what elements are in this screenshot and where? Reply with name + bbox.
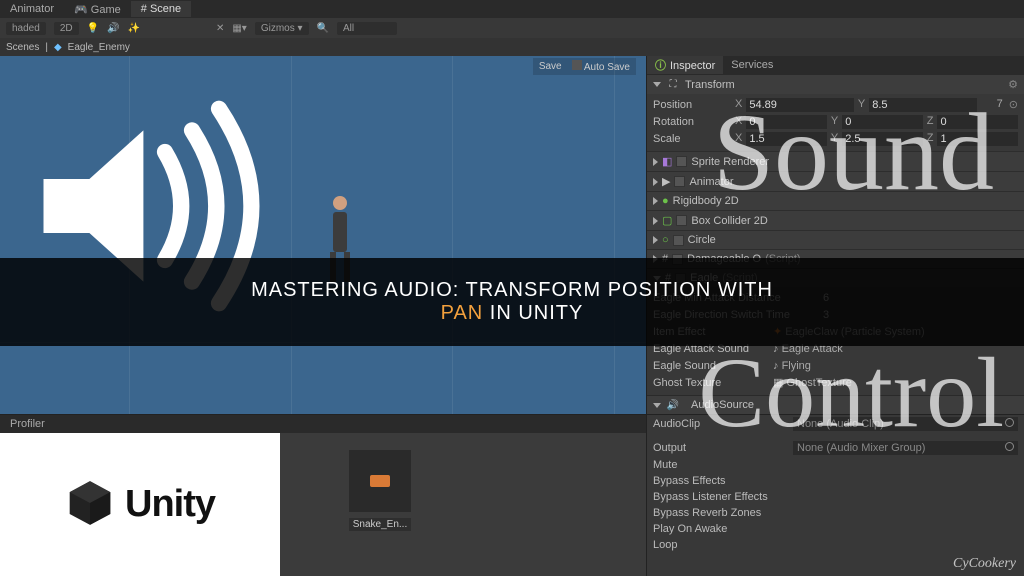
fx-icon[interactable]: ✨: [128, 23, 140, 34]
autosave-checkbox[interactable]: [572, 60, 582, 70]
decor-sound: Sound: [713, 100, 994, 205]
search-icon[interactable]: 🔍: [317, 23, 329, 34]
search-field[interactable]: All: [337, 22, 397, 35]
bottom-panel: Profiler Unity Snake_En...: [0, 414, 646, 576]
transform-icon: ⛶: [667, 79, 679, 91]
animator-icon: ▶: [662, 175, 670, 188]
tab-animator[interactable]: Animator: [0, 1, 64, 17]
audio-icon[interactable]: 🔊: [107, 23, 119, 34]
box-icon: ▢: [662, 214, 672, 227]
sprite-icon: ◧: [662, 155, 672, 168]
object-crumb[interactable]: Eagle_Enemy: [68, 42, 130, 53]
tab-scene[interactable]: # Scene: [131, 1, 191, 17]
gear-icon[interactable]: ⚙: [1008, 78, 1018, 91]
assets-strip[interactable]: Snake_En...: [280, 433, 646, 576]
object-picker-icon[interactable]: [1005, 418, 1014, 427]
watermark: CyCookery: [953, 556, 1016, 572]
title-overlay: MASTERING AUDIO: TRANSFORM POSITION WITH…: [0, 258, 1024, 346]
breadcrumb: Scenes | ◆ Eagle_Enemy: [0, 38, 1024, 56]
object-picker-icon[interactable]: [1005, 442, 1014, 451]
save-button[interactable]: Save: [539, 61, 562, 72]
circlecollider-component[interactable]: ○Circle: [647, 230, 1024, 249]
tab-services[interactable]: Services: [723, 57, 781, 73]
scenes-crumb[interactable]: Scenes: [6, 42, 39, 53]
boxcollider-component[interactable]: ▢Box Collider 2D: [647, 210, 1024, 230]
scene-toolbar: haded 2D 💡 🔊 ✨ ✕ ▦▾ Gizmos ▾ 🔍 All: [0, 18, 1024, 38]
toggle-2d[interactable]: 2D: [54, 22, 79, 35]
grid-icon[interactable]: ▦▾: [232, 23, 246, 34]
tool-icon[interactable]: ✕: [216, 23, 224, 34]
asset-tile[interactable]: Snake_En...: [340, 450, 420, 560]
scene-tabs: Animator 🎮 Game # Scene: [0, 0, 1024, 18]
circle-icon: ○: [662, 234, 669, 246]
gizmos-dropdown[interactable]: Gizmos ▾: [255, 22, 309, 35]
unity-cube-icon: [65, 478, 115, 531]
lighting-icon[interactable]: 💡: [87, 23, 99, 34]
rigidbody-icon: ●: [662, 195, 669, 207]
tab-game[interactable]: 🎮 Game: [64, 1, 131, 18]
scene-viewport[interactable]: Save Auto Save: [0, 56, 646, 414]
scene-save-box: Save Auto Save: [533, 58, 636, 75]
decor-control: Control: [698, 345, 1004, 440]
tab-inspector[interactable]: ⓘInspector: [647, 56, 723, 75]
tab-profiler[interactable]: Profiler: [0, 416, 55, 432]
audio-icon: 🔊: [667, 399, 679, 411]
unity-logo: Unity: [0, 433, 280, 576]
shading-mode[interactable]: haded: [6, 22, 46, 35]
